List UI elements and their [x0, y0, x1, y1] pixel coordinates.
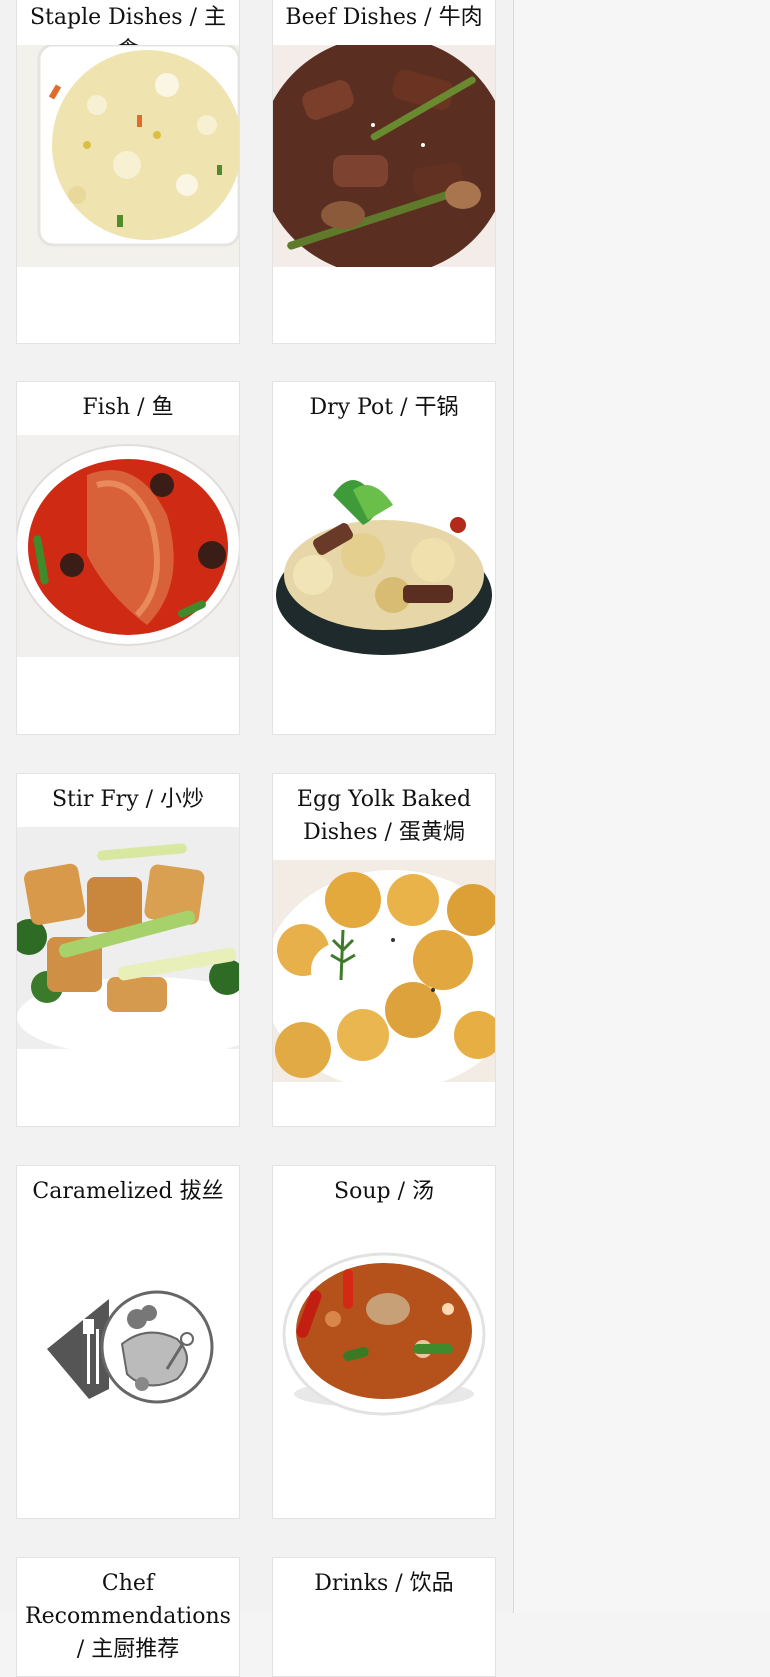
menu-category-grid: Staple Dishes / 主食 Beef Dishes / 牛肉 [0, 0, 514, 1677]
category-card-chef-recommendations[interactable]: Chef Recommendations / 主厨推荐 [16, 1557, 240, 1677]
category-title: Drinks / 饮品 [314, 1571, 454, 1596]
category-title: Soup / 汤 [334, 1179, 434, 1204]
category-title: Chef Recommendations / 主厨推荐 [25, 1571, 231, 1662]
category-card-egg-yolk-baked[interactable]: Egg Yolk Baked Dishes / 蛋黄焗 [272, 773, 496, 1127]
category-title: Fish / 鱼 [82, 395, 174, 420]
category-card-caramelized[interactable]: Caramelized 拔丝 [16, 1165, 240, 1519]
category-card-drinks[interactable]: Drinks / 饮品 [272, 1557, 496, 1677]
category-title: Egg Yolk Baked Dishes / 蛋黄焗 [296, 787, 472, 845]
beef-stirfry-image [273, 45, 495, 267]
category-card-staple-dishes[interactable]: Staple Dishes / 主食 [16, 0, 240, 344]
category-card-dry-pot[interactable]: Dry Pot / 干锅 [272, 381, 496, 735]
category-title: Stir Fry / 小炒 [51, 787, 205, 812]
soup-bowl-image [273, 1219, 495, 1441]
side-panel [514, 0, 770, 1613]
fish-curry-image [17, 435, 239, 657]
category-card-fish[interactable]: Fish / 鱼 [16, 381, 240, 735]
tofu-stirfry-image [17, 827, 239, 1049]
category-title: Dry Pot / 干锅 [309, 395, 459, 420]
category-card-stir-fry[interactable]: Stir Fry / 小炒 [16, 773, 240, 1127]
placeholder-plate-icon [17, 1219, 239, 1441]
category-card-beef-dishes[interactable]: Beef Dishes / 牛肉 [272, 0, 496, 344]
category-title: Caramelized 拔丝 [32, 1179, 224, 1204]
egg-yolk-baked-image [273, 860, 495, 1082]
fried-rice-image [17, 45, 239, 267]
dry-pot-image [273, 435, 495, 657]
category-title: Beef Dishes / 牛肉 [285, 5, 483, 30]
category-card-soup[interactable]: Soup / 汤 [272, 1165, 496, 1519]
